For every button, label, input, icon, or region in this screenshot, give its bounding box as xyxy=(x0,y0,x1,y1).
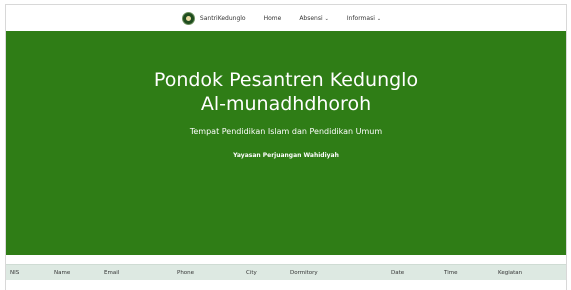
nav-absensi-dropdown[interactable]: Absensi ⌄ xyxy=(299,15,329,22)
column-header-name: Name xyxy=(54,270,71,276)
column-header-nis: NIS xyxy=(10,270,20,276)
hero-title: Pondok Pesantren Kedunglo Al-munadhdhoro… xyxy=(153,69,419,115)
hero-subtitle: Tempat Pendidikan Islam dan Pendidikan U… xyxy=(189,127,383,136)
column-header-time: Time xyxy=(444,270,458,276)
nav-home-label: Home xyxy=(263,14,282,22)
hero-banner: Pondok Pesantren Kedunglo Al-munadhdhoro… xyxy=(6,31,566,255)
column-header-dormitory: Dormitory xyxy=(290,270,318,276)
logo-icon xyxy=(181,11,195,25)
nav-absensi-label: Absensi xyxy=(299,14,323,22)
table-header-row: NIS Name Email Phone City Dormitory Date… xyxy=(6,264,566,280)
top-navbar: SantriKedunglo Home Absensi ⌄ Informasi ⌄ xyxy=(6,5,566,31)
hero-organization: Yayasan Perjuangan Wahidiyah xyxy=(233,152,339,159)
brand-link[interactable]: SantriKedunglo xyxy=(181,11,246,25)
nav-home[interactable]: Home xyxy=(264,15,282,22)
page-frame: SantriKedunglo Home Absensi ⌄ Informasi ⌄ … xyxy=(5,4,567,290)
nav-informasi-label: Informasi xyxy=(346,14,375,22)
nav-informasi-dropdown[interactable]: Informasi ⌄ xyxy=(347,15,381,22)
column-header-email: Email xyxy=(104,270,120,276)
chevron-down-icon: ⌄ xyxy=(376,15,382,22)
column-header-city: City xyxy=(246,270,257,276)
brand-name: SantriKedunglo xyxy=(199,14,246,22)
chevron-down-icon: ⌄ xyxy=(324,15,329,22)
column-header-phone: Phone xyxy=(177,270,195,276)
column-header-date: Date xyxy=(391,270,405,276)
column-header-kegiatan: Kegiatan xyxy=(498,270,523,276)
